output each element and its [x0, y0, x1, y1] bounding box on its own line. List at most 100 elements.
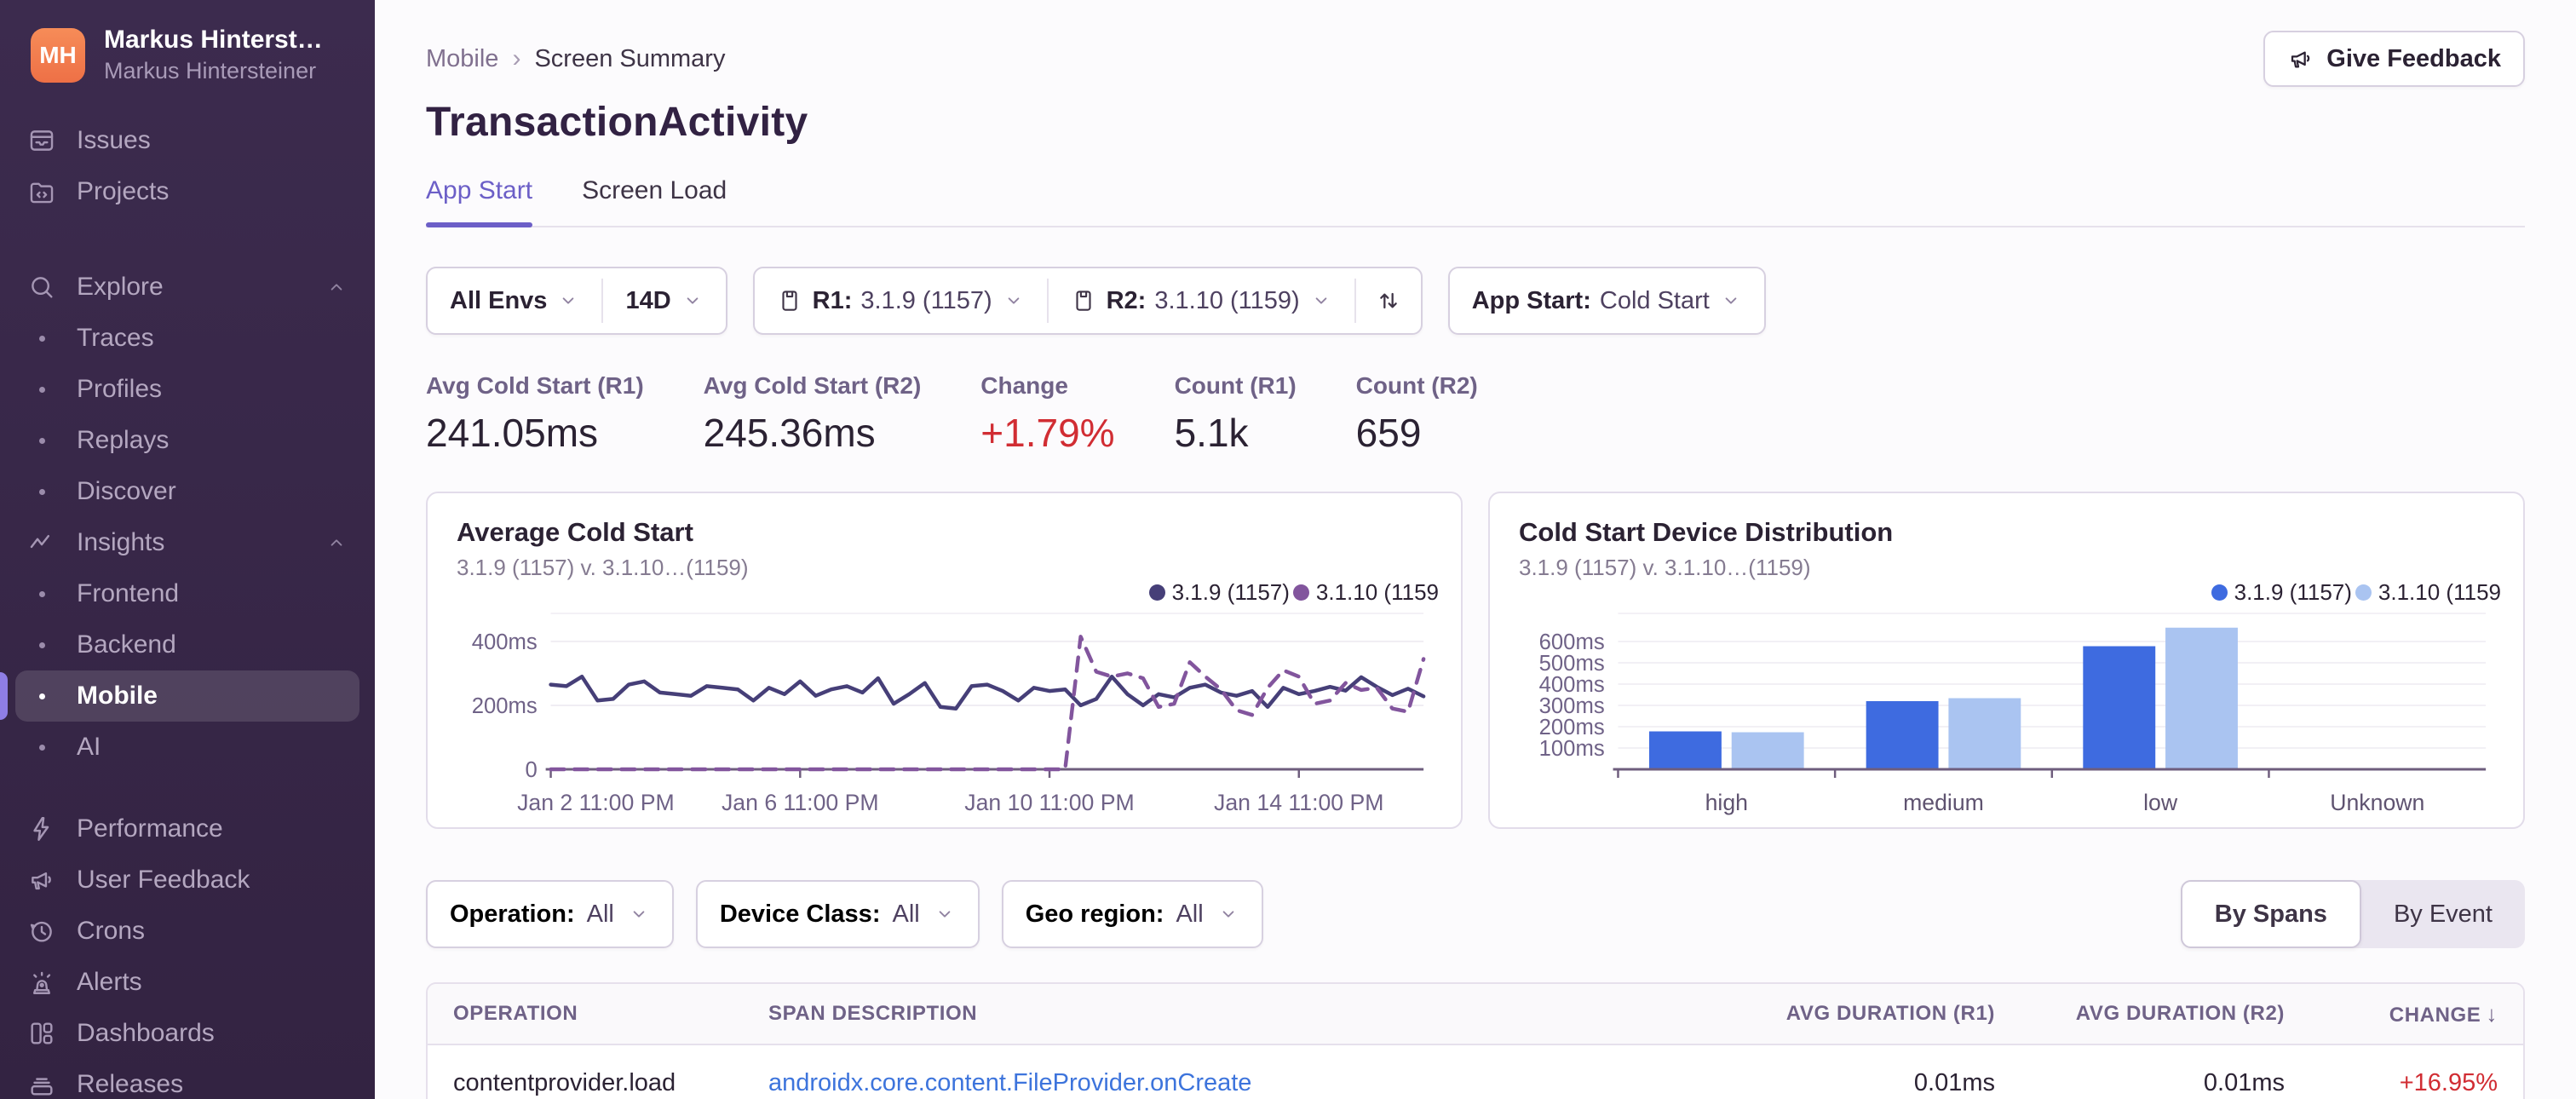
swap-arrows-icon: [1375, 287, 1402, 314]
bar-chart-svg: 600ms500ms400ms300ms200ms100ms high medium…: [1539, 613, 2487, 815]
sidebar-item-replays[interactable]: Replays: [15, 415, 359, 466]
sidebar-item-label: Profiles: [77, 375, 163, 403]
change-cell: +16.95%: [2399, 1068, 2498, 1096]
breadcrumb-item-mobile[interactable]: Mobile: [426, 45, 498, 73]
table-header-avg-duration-r1-[interactable]: AVG DURATION (R1): [1714, 1002, 1995, 1026]
projects-icon: [27, 177, 65, 206]
toggle-by-spans[interactable]: By Spans: [2180, 880, 2361, 948]
sidebar-item-label: Traces: [77, 324, 154, 352]
search-icon: [27, 273, 65, 302]
table-header-avg-duration-r2-[interactable]: AVG DURATION (R2): [1995, 1002, 2285, 1026]
sidebar-item-label: Performance: [77, 814, 223, 843]
svg-text:500ms: 500ms: [1539, 652, 1605, 676]
bullet-icon: [27, 693, 65, 699]
legend-dot-icon: [2211, 584, 2228, 601]
stat-value: 241.05ms: [426, 411, 599, 455]
user-card[interactable]: MH Markus Hinterst… Markus Hintersteiner: [0, 0, 375, 84]
sidebar-item-crons[interactable]: Crons: [15, 906, 359, 957]
operation-filter-button[interactable]: Operation: All: [426, 880, 674, 948]
sidebar-item-releases[interactable]: Releases: [15, 1059, 359, 1099]
release-r1-button[interactable]: R1: 3.1.9 (1157): [755, 268, 1047, 333]
sidebar-item-label: Issues: [77, 126, 151, 154]
bullet-icon: [27, 437, 65, 444]
chevron-down-icon: [681, 290, 704, 312]
svg-text:Jan 2 11:00 PM: Jan 2 11:00 PM: [517, 790, 675, 815]
chevron-up-icon: [325, 276, 348, 298]
legend-label: 3.1.9 (1157): [1171, 579, 1290, 605]
sidebar-item-alerts[interactable]: Alerts: [15, 957, 359, 1008]
stat-label: Change: [980, 372, 1068, 399]
svg-text:200ms: 200ms: [1539, 716, 1605, 739]
chevron-down-icon: [1003, 290, 1025, 312]
sidebar-item-ai[interactable]: AI: [15, 722, 359, 773]
sidebar-item-discover[interactable]: Discover: [15, 466, 359, 517]
alerts-icon: [27, 968, 65, 997]
geo-region-filter-button[interactable]: Geo region: All: [1001, 880, 1263, 948]
legend-dot-icon: [1148, 584, 1165, 601]
sidebar-item-insights[interactable]: Insights: [15, 517, 359, 568]
issues-icon: [27, 126, 65, 155]
sidebar-item-projects[interactable]: Projects: [15, 166, 359, 217]
env-filter-button[interactable]: All Envs: [428, 268, 601, 333]
avatar: MH: [31, 27, 85, 83]
toggle-by-event[interactable]: By Event: [2361, 880, 2525, 948]
chevron-down-icon: [934, 903, 956, 925]
sidebar-item-backend[interactable]: Backend: [15, 619, 359, 670]
stat-block: Avg Cold Start (R1) 241.05ms: [426, 372, 644, 456]
table-header: OPERATION SPAN DESCRIPTION AVG DURATION (R…: [428, 984, 2523, 1045]
swap-releases-button[interactable]: [1356, 268, 1421, 333]
table-row[interactable]: contentprovider.load androidx.core.conten…: [428, 1045, 2523, 1099]
sidebar-item-user-feedback[interactable]: User Feedback: [15, 854, 359, 906]
stat-value: 659: [1355, 411, 1422, 455]
svg-text:Jan 10 11:00 PM: Jan 10 11:00 PM: [964, 790, 1134, 815]
legend-entry[interactable]: 3.1.10 (1159: [2355, 579, 2501, 606]
stat-value: +1.79%: [980, 411, 1115, 455]
sidebar-item-traces[interactable]: Traces: [15, 313, 359, 364]
bullet-icon: [27, 642, 65, 648]
sidebar-item-mobile[interactable]: Mobile: [15, 670, 359, 722]
releases-icon: [27, 1070, 65, 1099]
sidebar-item-label: Insights: [77, 528, 165, 556]
chevron-down-icon: [628, 903, 650, 925]
breadcrumb-item-screen-summary: Screen Summary: [534, 44, 726, 72]
chart-subtitle: 3.1.9 (1157) v. 3.1.10…(1159): [457, 555, 749, 580]
svg-text:high: high: [1705, 790, 1748, 815]
release-r2-button[interactable]: R2: 3.1.10 (1159): [1049, 268, 1354, 333]
date-range-button[interactable]: 14D: [603, 268, 725, 333]
sidebar-item-issues[interactable]: Issues: [15, 115, 359, 166]
span-description-link[interactable]: androidx.core.content.FileProvider.onCre…: [768, 1069, 1714, 1097]
sidebar-item-profiles[interactable]: Profiles: [15, 364, 359, 415]
release-box-icon: [1071, 288, 1096, 314]
table-header-span-description[interactable]: SPAN DESCRIPTION: [768, 1002, 1714, 1026]
chart-title: Average Cold Start: [457, 517, 693, 547]
tab-screen-load[interactable]: Screen Load: [582, 176, 727, 226]
chart-title: Cold Start Device Distribution: [1519, 517, 1894, 547]
svg-text:Unknown: Unknown: [2330, 790, 2424, 815]
chart-legend: 3.1.9 (1157) 3.1.10 (1159: [2211, 579, 2501, 606]
device-class-filter-button[interactable]: Device Class: All: [695, 880, 980, 948]
sidebar-nav: Issues Projects Explore Traces Profiles Repla…: [0, 115, 375, 1099]
sidebar-item-frontend[interactable]: Frontend: [15, 568, 359, 619]
legend-entry[interactable]: 3.1.10 (1159: [1292, 579, 1439, 606]
stat-value: 245.36ms: [703, 411, 876, 455]
chevron-up-icon: [325, 532, 348, 554]
svg-text:300ms: 300ms: [1539, 694, 1605, 718]
sidebar-item-performance[interactable]: Performance: [15, 803, 359, 854]
sidebar-item-explore[interactable]: Explore: [15, 262, 359, 313]
app-start-type-button[interactable]: App Start: Cold Start: [1450, 268, 1764, 333]
give-feedback-button[interactable]: Give Feedback: [2263, 31, 2525, 87]
chevron-down-icon: [1217, 903, 1239, 925]
release-box-icon: [777, 288, 802, 314]
legend-entry[interactable]: 3.1.9 (1157): [2211, 579, 2352, 606]
legend-entry[interactable]: 3.1.9 (1157): [1148, 579, 1290, 606]
main-content: Mobile › Screen Summary Give Feedback Tr…: [375, 0, 2576, 1099]
sidebar-item-dashboards[interactable]: Dashboards: [15, 1008, 359, 1059]
svg-text:Jan 14 11:00 PM: Jan 14 11:00 PM: [1214, 790, 1383, 815]
breadcrumb-separator-icon: ›: [512, 44, 521, 72]
tab-app-start[interactable]: App Start: [426, 176, 533, 227]
table-header-change[interactable]: CHANGE ↓: [2285, 1001, 2498, 1027]
table-header-operation[interactable]: OPERATION: [453, 1002, 768, 1026]
insights-icon: [27, 528, 65, 557]
sidebar-item-label: Releases: [77, 1070, 184, 1098]
